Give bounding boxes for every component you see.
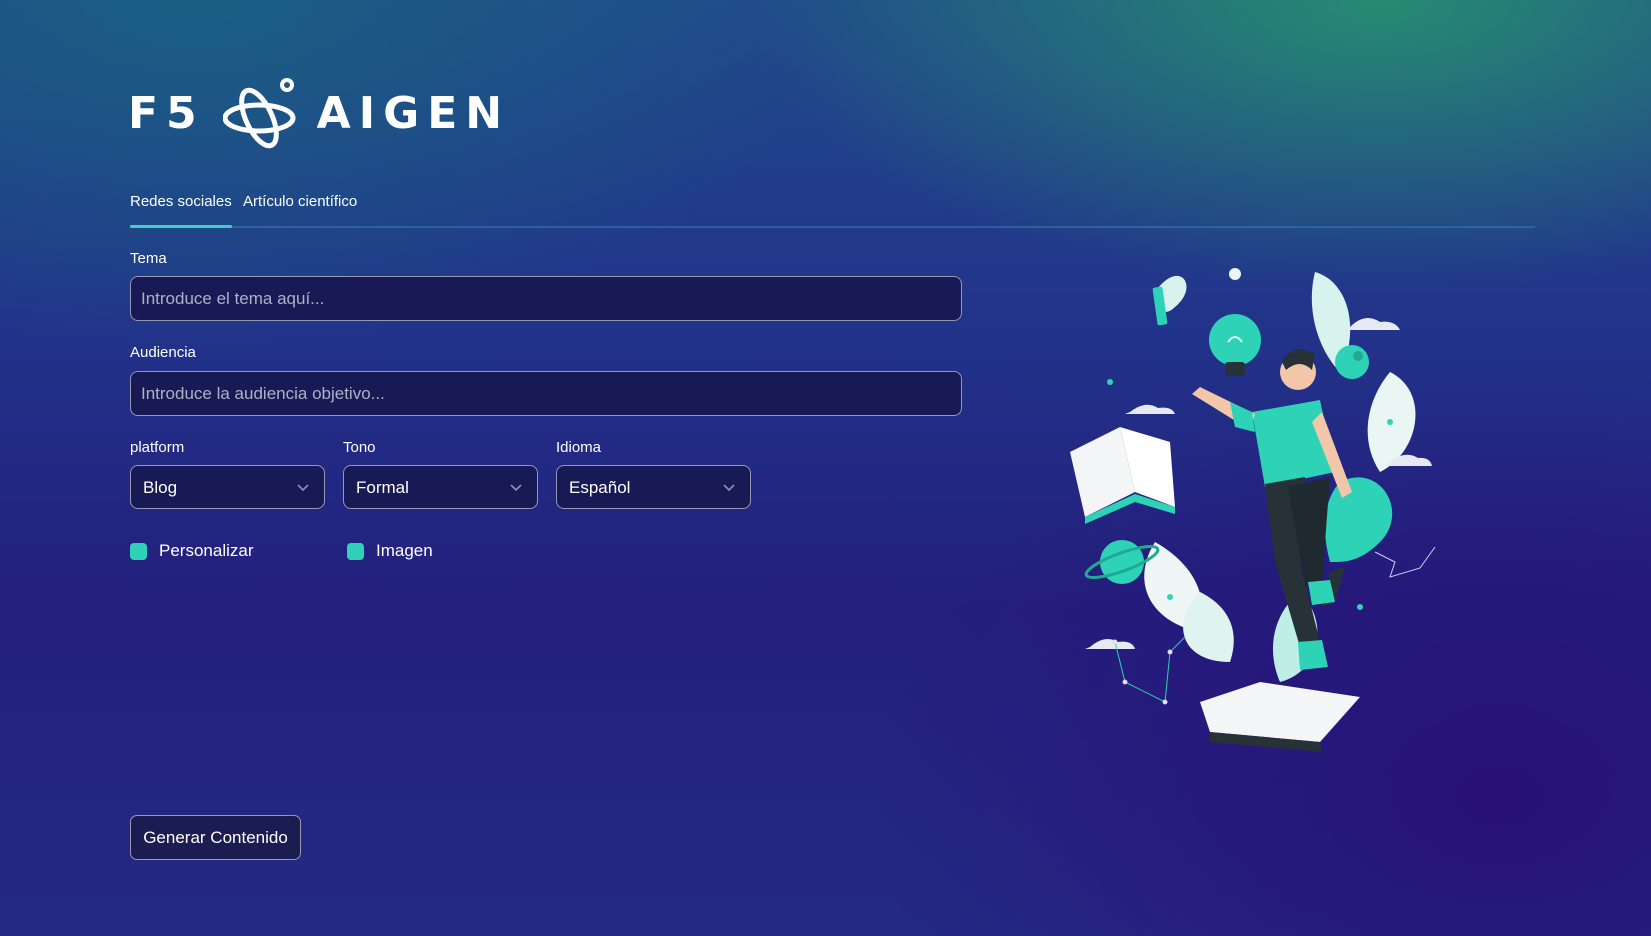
tono-label: Tono: [343, 439, 376, 456]
tab-redes-sociales[interactable]: Redes sociales: [130, 192, 232, 228]
generar-contenido-button[interactable]: Generar Contenido: [130, 815, 301, 860]
brand-text-aigen: AIGEN: [316, 88, 511, 139]
atom-orbit-icon: [222, 78, 296, 149]
idioma-select[interactable]: Español: [556, 465, 751, 509]
imagen-label: Imagen: [376, 541, 433, 560]
tono-select[interactable]: Formal: [343, 465, 538, 509]
chevron-down-icon: [297, 484, 309, 492]
tema-label: Tema: [130, 250, 167, 267]
tab-bar: Redes sociales Artículo científico: [130, 190, 1535, 228]
personalizar-label: Personalizar: [159, 541, 254, 560]
tema-input[interactable]: [130, 276, 962, 321]
chevron-down-icon: [510, 484, 522, 492]
checkbox-checked-icon: [130, 542, 147, 560]
chevron-down-icon: [723, 484, 735, 492]
imagen-checkbox[interactable]: Imagen: [347, 541, 433, 561]
person-floating-ideas-illustration: [1070, 268, 1436, 752]
idioma-label: Idioma: [556, 439, 602, 456]
idioma-selected-value: Español: [569, 478, 631, 497]
personalizar-checkbox[interactable]: Personalizar: [130, 541, 254, 561]
checkbox-checked-icon: [347, 542, 364, 560]
platform-label: platform: [130, 439, 185, 456]
audiencia-label: Audiencia: [130, 344, 196, 361]
brand-logo: F5 AIGEN: [128, 76, 510, 152]
platform-select[interactable]: Blog: [130, 465, 325, 509]
brand-text-f5: F5: [128, 88, 205, 139]
audiencia-input[interactable]: [130, 371, 962, 416]
tab-articulo-cientifico[interactable]: Artículo científico: [243, 192, 357, 224]
tono-selected-value: Formal: [356, 478, 409, 497]
platform-selected-value: Blog: [143, 478, 178, 497]
